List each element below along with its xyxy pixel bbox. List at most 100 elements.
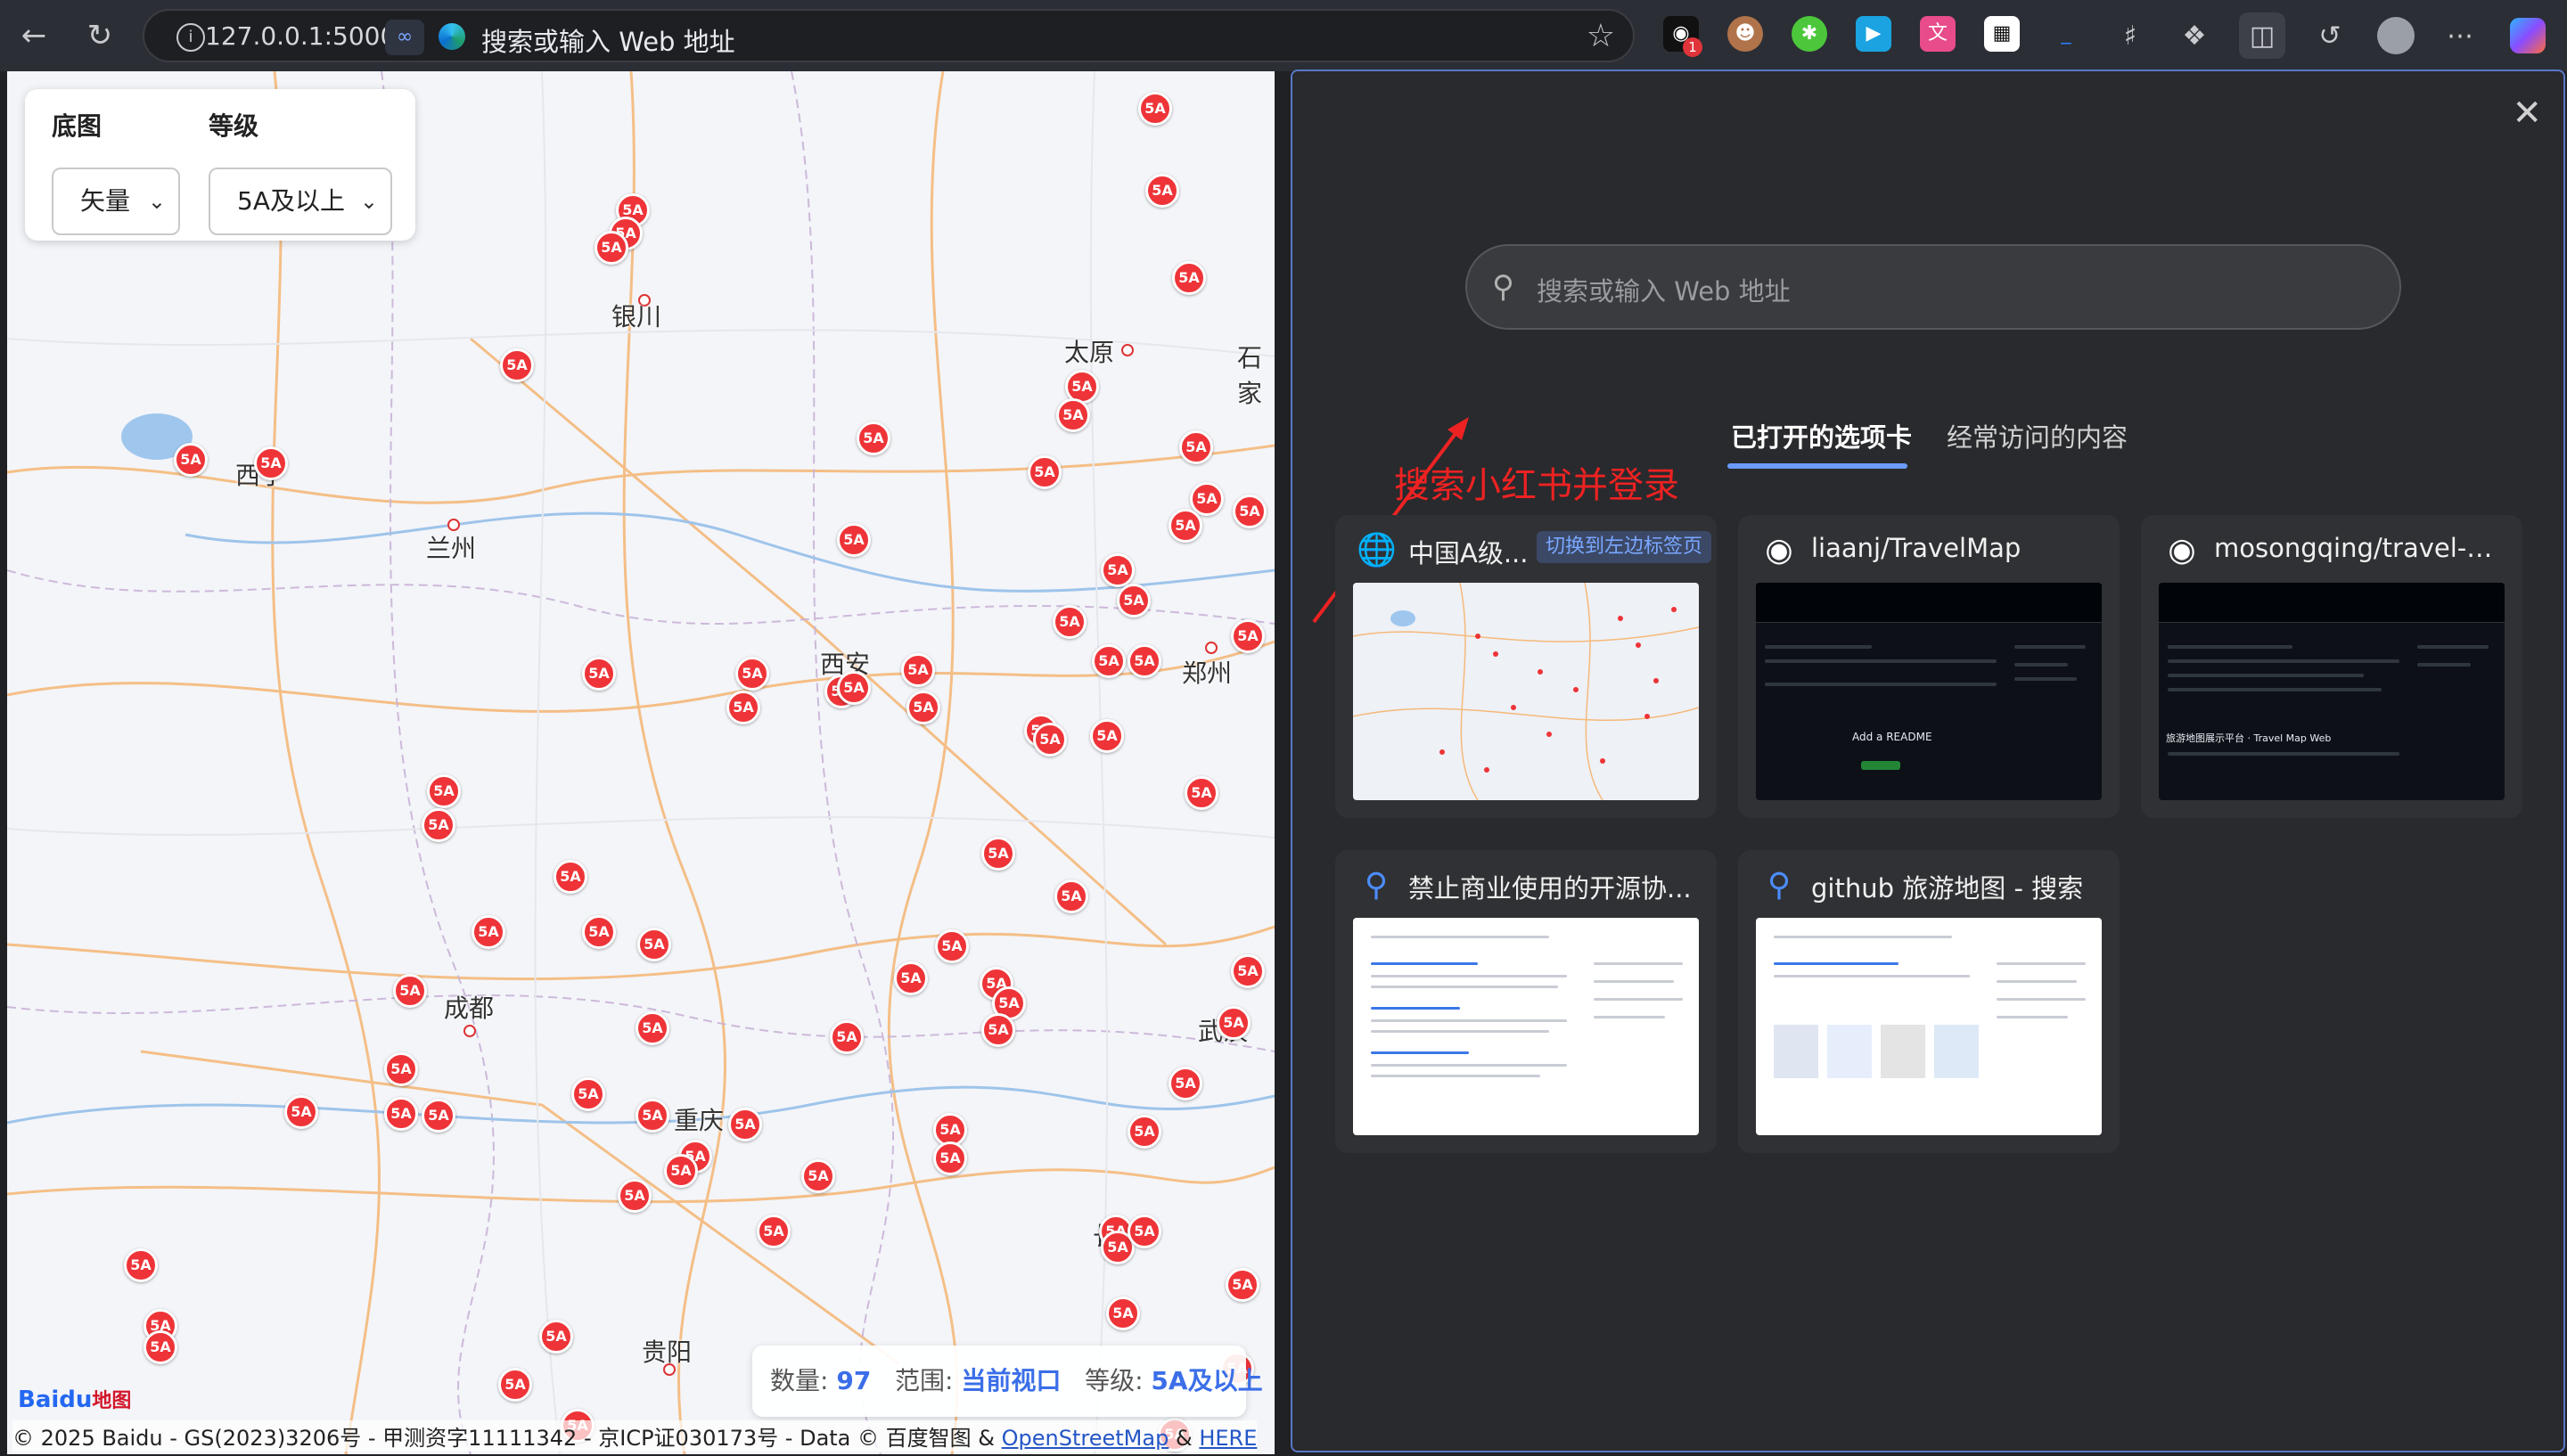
poi-marker[interactable]: 5A: [757, 1215, 791, 1248]
poi-marker[interactable]: 5A: [837, 523, 871, 557]
poi-marker[interactable]: 5A: [1117, 584, 1151, 618]
extension-icon-6[interactable]: ▦: [1984, 16, 2020, 52]
poi-marker[interactable]: 5A: [1053, 605, 1087, 639]
poi-marker[interactable]: 5A: [636, 1099, 669, 1133]
tab-frequent[interactable]: 经常访问的内容: [1947, 417, 2128, 454]
close-icon[interactable]: ✕: [2512, 93, 2542, 134]
poi-marker[interactable]: 5A: [664, 1154, 698, 1188]
poi-marker[interactable]: 5A: [1101, 553, 1135, 587]
poi-marker[interactable]: 5A: [1090, 719, 1124, 753]
more-menu-icon[interactable]: ⋯: [2437, 12, 2483, 59]
poi-marker[interactable]: 5A: [1233, 495, 1267, 528]
extension-icon-2[interactable]: ☻: [1727, 16, 1763, 52]
tab-card[interactable]: 🌐 中国A级... 切换到左边标签页: [1335, 515, 1717, 818]
poi-marker[interactable]: 5A: [901, 653, 935, 687]
bookmark-icon[interactable]: ♯: [2107, 12, 2153, 59]
poi-marker[interactable]: 5A: [1128, 644, 1161, 678]
poi-marker[interactable]: 5A: [539, 1320, 573, 1354]
switch-tab-button[interactable]: 切换到左边标签页: [1537, 531, 1712, 563]
poi-marker[interactable]: 5A: [618, 1179, 652, 1213]
poi-marker[interactable]: 5A: [422, 1099, 455, 1133]
tab-card[interactable]: ⚲ github 旅游地图 - 搜索: [1738, 850, 2120, 1153]
extension-icon-7[interactable]: _: [2048, 16, 2084, 52]
poi-marker[interactable]: 5A: [857, 421, 890, 455]
search-input[interactable]: ⚲ 搜索或输入 Web 地址: [1465, 244, 2401, 330]
poi-marker[interactable]: 5A: [384, 1097, 418, 1131]
extension-icon-3[interactable]: ✱: [1792, 16, 1827, 52]
poi-marker[interactable]: 5A: [933, 1141, 967, 1175]
translate-icon[interactable]: 文: [1920, 16, 1956, 52]
poi-marker[interactable]: 5A: [500, 348, 534, 382]
poi-marker[interactable]: 5A: [1054, 879, 1088, 913]
poi-marker[interactable]: 5A: [582, 915, 616, 949]
split-view-icon[interactable]: ◫: [2239, 12, 2285, 59]
poi-marker[interactable]: 5A: [637, 928, 671, 961]
poi-marker[interactable]: 5A: [498, 1368, 532, 1402]
poi-marker[interactable]: 5A: [1145, 174, 1179, 208]
poi-marker[interactable]: 5A: [837, 671, 871, 705]
poi-marker[interactable]: 5A: [735, 657, 769, 691]
poi-marker[interactable]: 5A: [1231, 619, 1265, 653]
poi-marker[interactable]: 5A: [981, 1013, 1015, 1047]
osm-link[interactable]: OpenStreetMap: [1002, 1426, 1169, 1451]
poi-marker[interactable]: 5A: [174, 443, 208, 477]
poi-marker[interactable]: 5A: [1138, 92, 1172, 126]
level-select[interactable]: 5A及以上 ⌄: [209, 168, 392, 235]
poi-marker[interactable]: 5A: [582, 657, 616, 691]
tab-card[interactable]: ◉ liaanj/TravelMap Add a README: [1738, 515, 2120, 818]
profile-avatar-icon[interactable]: [2373, 12, 2419, 59]
poi-marker[interactable]: 5A: [144, 1330, 177, 1364]
split-screen-link-icon[interactable]: ∞: [385, 20, 424, 55]
poi-marker[interactable]: 5A: [1185, 776, 1218, 810]
poi-marker[interactable]: 5A: [1028, 455, 1062, 489]
poi-marker[interactable]: 5A: [1179, 430, 1213, 464]
history-icon[interactable]: ↺: [2307, 12, 2353, 59]
poi-marker[interactable]: 5A: [1169, 509, 1202, 543]
poi-marker[interactable]: 5A: [393, 974, 427, 1008]
poi-marker[interactable]: 5A: [1226, 1268, 1259, 1302]
poi-marker[interactable]: 5A: [1217, 1006, 1251, 1040]
copilot-icon[interactable]: [2505, 12, 2551, 59]
poi-marker[interactable]: 5A: [1231, 954, 1265, 988]
map-view[interactable]: 银川 太原 石家 西宁 兰州 西安 郑州 成都 武汉 重庆 长沙 贵阳 5A5A…: [7, 71, 1275, 1454]
favorite-star-icon[interactable]: ☆: [1587, 18, 1615, 54]
poi-marker[interactable]: 5A: [894, 961, 928, 995]
poi-marker[interactable]: 5A: [422, 808, 455, 842]
extension-icon-4[interactable]: ▶: [1856, 16, 1891, 52]
tab-card[interactable]: ⚲ 禁止商业使用的开源协...: [1335, 850, 1717, 1153]
poi-marker[interactable]: 5A: [1056, 398, 1090, 432]
poi-marker[interactable]: 5A: [636, 1011, 669, 1045]
poi-marker[interactable]: 5A: [284, 1095, 318, 1129]
address-bar[interactable]: i 127.0.0.1:5000 ∞ 搜索或输入 Web 地址 ☆: [143, 9, 1635, 62]
poi-marker[interactable]: 5A: [728, 1108, 762, 1141]
poi-marker[interactable]: 5A: [1172, 261, 1206, 295]
poi-marker[interactable]: 5A: [595, 231, 628, 265]
tab-card[interactable]: ◉ mosongqing/travel-ma... 旅游地图展示平台 · Tra…: [2141, 515, 2522, 818]
info-icon[interactable]: i: [176, 23, 205, 52]
poi-marker[interactable]: 5A: [906, 691, 940, 724]
poi-marker[interactable]: 5A: [726, 691, 760, 724]
extensions-puzzle-icon[interactable]: ❖: [2171, 12, 2218, 59]
basemap-select[interactable]: 矢量 ⌄: [52, 168, 180, 235]
poi-marker[interactable]: 5A: [1169, 1067, 1202, 1100]
poi-marker[interactable]: 5A: [981, 837, 1015, 871]
poi-marker[interactable]: 5A: [1092, 644, 1126, 678]
tab-open-tabs[interactable]: 已打开的选项卡: [1731, 417, 1912, 454]
poi-marker[interactable]: 5A: [1128, 1115, 1161, 1149]
poi-marker[interactable]: 5A: [830, 1020, 864, 1054]
back-arrow-icon[interactable]: ←: [11, 12, 57, 59]
refresh-icon[interactable]: ↻: [77, 12, 123, 59]
poi-marker[interactable]: 5A: [935, 929, 969, 963]
poi-marker[interactable]: 5A: [427, 774, 461, 808]
poi-marker[interactable]: 5A: [1106, 1296, 1140, 1330]
poi-marker[interactable]: 5A: [124, 1248, 158, 1282]
poi-marker[interactable]: 5A: [254, 446, 288, 480]
poi-marker[interactable]: 5A: [554, 860, 587, 894]
poi-marker[interactable]: 5A: [472, 915, 505, 949]
here-link[interactable]: HERE: [1199, 1426, 1257, 1451]
poi-marker[interactable]: 5A: [571, 1077, 605, 1111]
poi-marker[interactable]: 5A: [384, 1052, 418, 1086]
poi-marker[interactable]: 5A: [801, 1159, 835, 1193]
poi-marker[interactable]: 5A: [1128, 1215, 1161, 1248]
poi-marker[interactable]: 5A: [1033, 723, 1067, 757]
